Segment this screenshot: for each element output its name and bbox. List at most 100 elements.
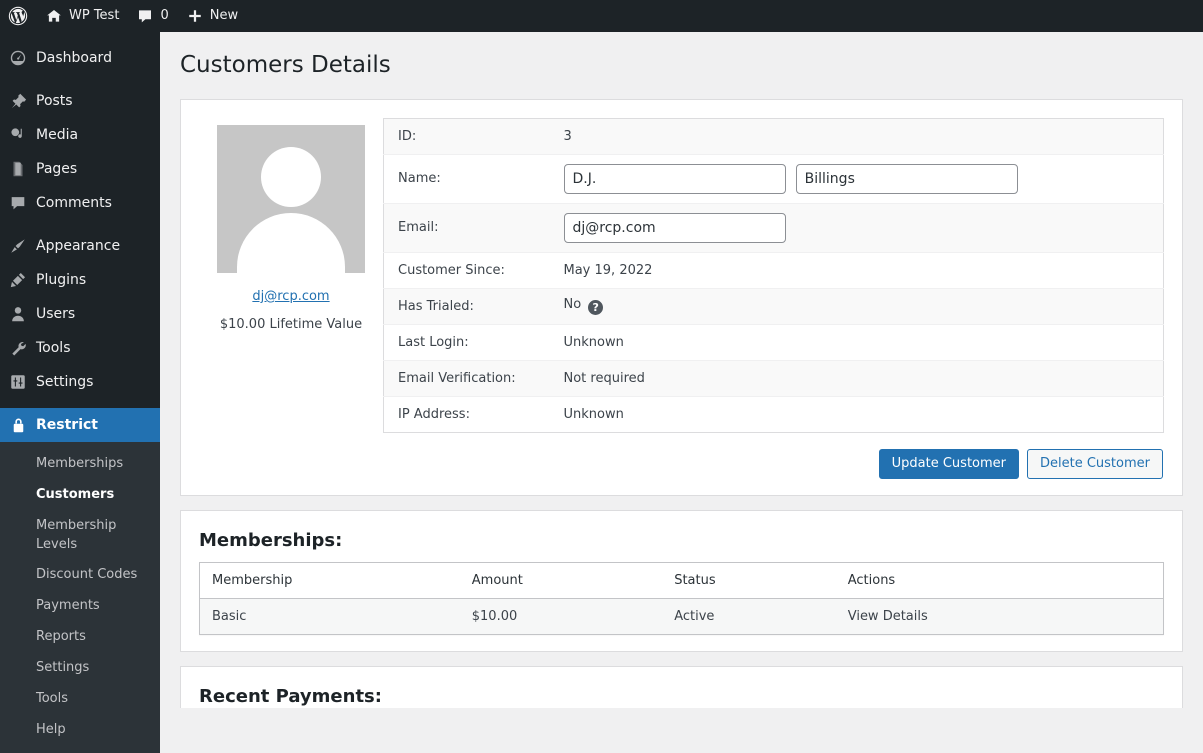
page-title: Customers Details [180, 52, 391, 78]
update-customer-button[interactable]: Update Customer [878, 448, 1019, 479]
admin-sidebar-menu: Dashboard Posts Media Pages Comments App… [0, 32, 168, 753]
pin-icon [0, 92, 36, 110]
sidebar-item-label: Settings [36, 374, 94, 390]
wordpress-logo-button[interactable] [0, 0, 37, 32]
new-content-label: New [209, 8, 239, 23]
media-icon [0, 126, 36, 144]
customer-fields-table: ID: 3 Name: Email: [383, 117, 1164, 433]
lifetime-value-text: $10.00 Lifetime Value [219, 316, 363, 332]
admin-bar: WP Test 0 New [0, 0, 1203, 32]
cell-membership: Basic [199, 598, 460, 635]
field-label-email: Email: [398, 220, 439, 236]
column-header-amount: Amount [459, 562, 663, 599]
customer-email-link[interactable]: dj@rcp.com [199, 289, 383, 304]
field-value-id: 3 [563, 128, 572, 144]
new-content-button[interactable]: New [178, 0, 247, 32]
comment-bubble-icon [0, 194, 36, 212]
field-label-ip-address: IP Address: [398, 406, 470, 422]
sidebar-item-users[interactable]: Users [0, 297, 160, 331]
settings-sliders-icon [0, 373, 36, 391]
wordpress-logo-icon [8, 6, 28, 26]
user-icon [0, 305, 36, 323]
sidebar-item-pages[interactable]: Pages [0, 152, 160, 186]
has-trialed-text: No [563, 297, 582, 313]
sidebar-item-media[interactable]: Media [0, 118, 160, 152]
field-value-last-login: Unknown [563, 334, 624, 350]
submenu-item-settings[interactable]: Settings [0, 653, 160, 684]
sidebar-item-dashboard[interactable]: Dashboard [0, 41, 160, 75]
sidebar-item-label: Comments [36, 195, 112, 211]
sidebar-item-settings[interactable]: Settings [0, 365, 160, 399]
email-input[interactable] [563, 212, 786, 243]
last-name-input[interactable] [795, 163, 1018, 194]
customer-summary-row: dj@rcp.com $10.00 Lifetime Value ID: 3 N… [199, 110, 1164, 433]
sidebar-item-label: Restrict [36, 417, 98, 433]
sidebar-item-label: Appearance [36, 238, 121, 254]
sidebar-item-label: Users [36, 306, 76, 322]
delete-customer-button[interactable]: Delete Customer [1027, 448, 1163, 479]
comments-button[interactable]: 0 [128, 0, 177, 32]
field-row-id: ID: 3 [383, 118, 1164, 155]
plug-icon [0, 271, 36, 289]
paintbrush-icon [0, 237, 36, 255]
memberships-table-body: Basic $10.00 Active View Details [199, 598, 1164, 635]
column-header-membership: Membership [199, 562, 460, 599]
sidebar-item-label: Plugins [36, 272, 87, 288]
comments-count: 0 [160, 8, 169, 23]
comment-bubble-icon [137, 8, 153, 24]
question-mark-icon[interactable]: ? [588, 300, 604, 316]
submenu-item-memberships[interactable]: Memberships [0, 449, 160, 480]
cell-status: Active [662, 598, 836, 635]
table-header-row: Membership Amount Status Actions [199, 562, 1164, 599]
customer-avatar-column: dj@rcp.com $10.00 Lifetime Value [199, 118, 383, 332]
restrict-submenu: Memberships Customers Membership Levels … [0, 442, 160, 753]
default-avatar-icon [217, 124, 365, 273]
first-name-input[interactable] [563, 163, 786, 194]
page-wrap: Customers Details dj@rcp.com $10.00 Life… [160, 32, 1203, 708]
submenu-item-payments[interactable]: Payments [0, 591, 160, 622]
field-value-name [554, 154, 1164, 203]
field-row-has-trialed: Has Trialed: No? [383, 288, 1164, 325]
field-value-has-trialed: No? [554, 288, 1164, 324]
dashboard-icon [0, 49, 36, 67]
field-label-email-verification: Email Verification: [398, 370, 516, 386]
field-label-id: ID: [398, 128, 417, 144]
sidebar-item-posts[interactable]: Posts [0, 84, 160, 118]
pages-icon [0, 160, 36, 178]
memberships-table-head: Membership Amount Status Actions [199, 562, 1164, 599]
sidebar-item-comments[interactable]: Comments [0, 186, 160, 220]
field-value-customer-since: May 19, 2022 [563, 262, 653, 278]
field-row-ip-address: IP Address: Unknown [384, 396, 1164, 432]
submenu-item-help[interactable]: Help [0, 715, 160, 746]
sidebar-item-plugins[interactable]: Plugins [0, 263, 160, 297]
customer-action-buttons: Update Customer Delete Customer [199, 448, 1164, 479]
main-content-area: Customers Details dj@rcp.com $10.00 Life… [160, 32, 1203, 708]
submenu-item-customers[interactable]: Customers [0, 480, 160, 511]
submenu-item-tools[interactable]: Tools [0, 684, 160, 715]
submenu-item-reports[interactable]: Reports [0, 622, 160, 653]
field-label-customer-since: Customer Since: [398, 262, 505, 278]
current-menu-arrow-icon [160, 417, 168, 433]
menu-separator [0, 220, 160, 229]
cell-amount: $10.00 [459, 598, 663, 635]
memberships-panel: Memberships: Membership Amount Status Ac… [180, 509, 1183, 652]
site-name-button[interactable]: WP Test [37, 0, 128, 32]
field-label-last-login: Last Login: [398, 334, 469, 350]
sidebar-item-appearance[interactable]: Appearance [0, 229, 160, 263]
field-row-name: Name: [383, 154, 1164, 204]
field-row-last-login: Last Login: Unknown [383, 324, 1164, 361]
field-label-has-trialed: Has Trialed: [398, 298, 474, 314]
submenu-item-membership-levels[interactable]: Membership Levels [0, 511, 160, 561]
view-details-link[interactable]: View Details [848, 609, 928, 624]
field-value-email [554, 203, 1164, 252]
field-value-ip-address: Unknown [563, 406, 624, 422]
sidebar-item-restrict[interactable]: Restrict [0, 408, 168, 442]
recent-payments-heading: Recent Payments: [199, 685, 382, 707]
memberships-heading: Memberships: [199, 529, 343, 551]
cell-actions: View Details [835, 598, 1164, 635]
menu-separator [0, 399, 160, 408]
submenu-item-discount-codes[interactable]: Discount Codes [0, 560, 160, 591]
home-icon [46, 8, 62, 24]
sidebar-item-tools[interactable]: Tools [0, 331, 160, 365]
memberships-table: Membership Amount Status Actions Basic $… [199, 561, 1164, 635]
